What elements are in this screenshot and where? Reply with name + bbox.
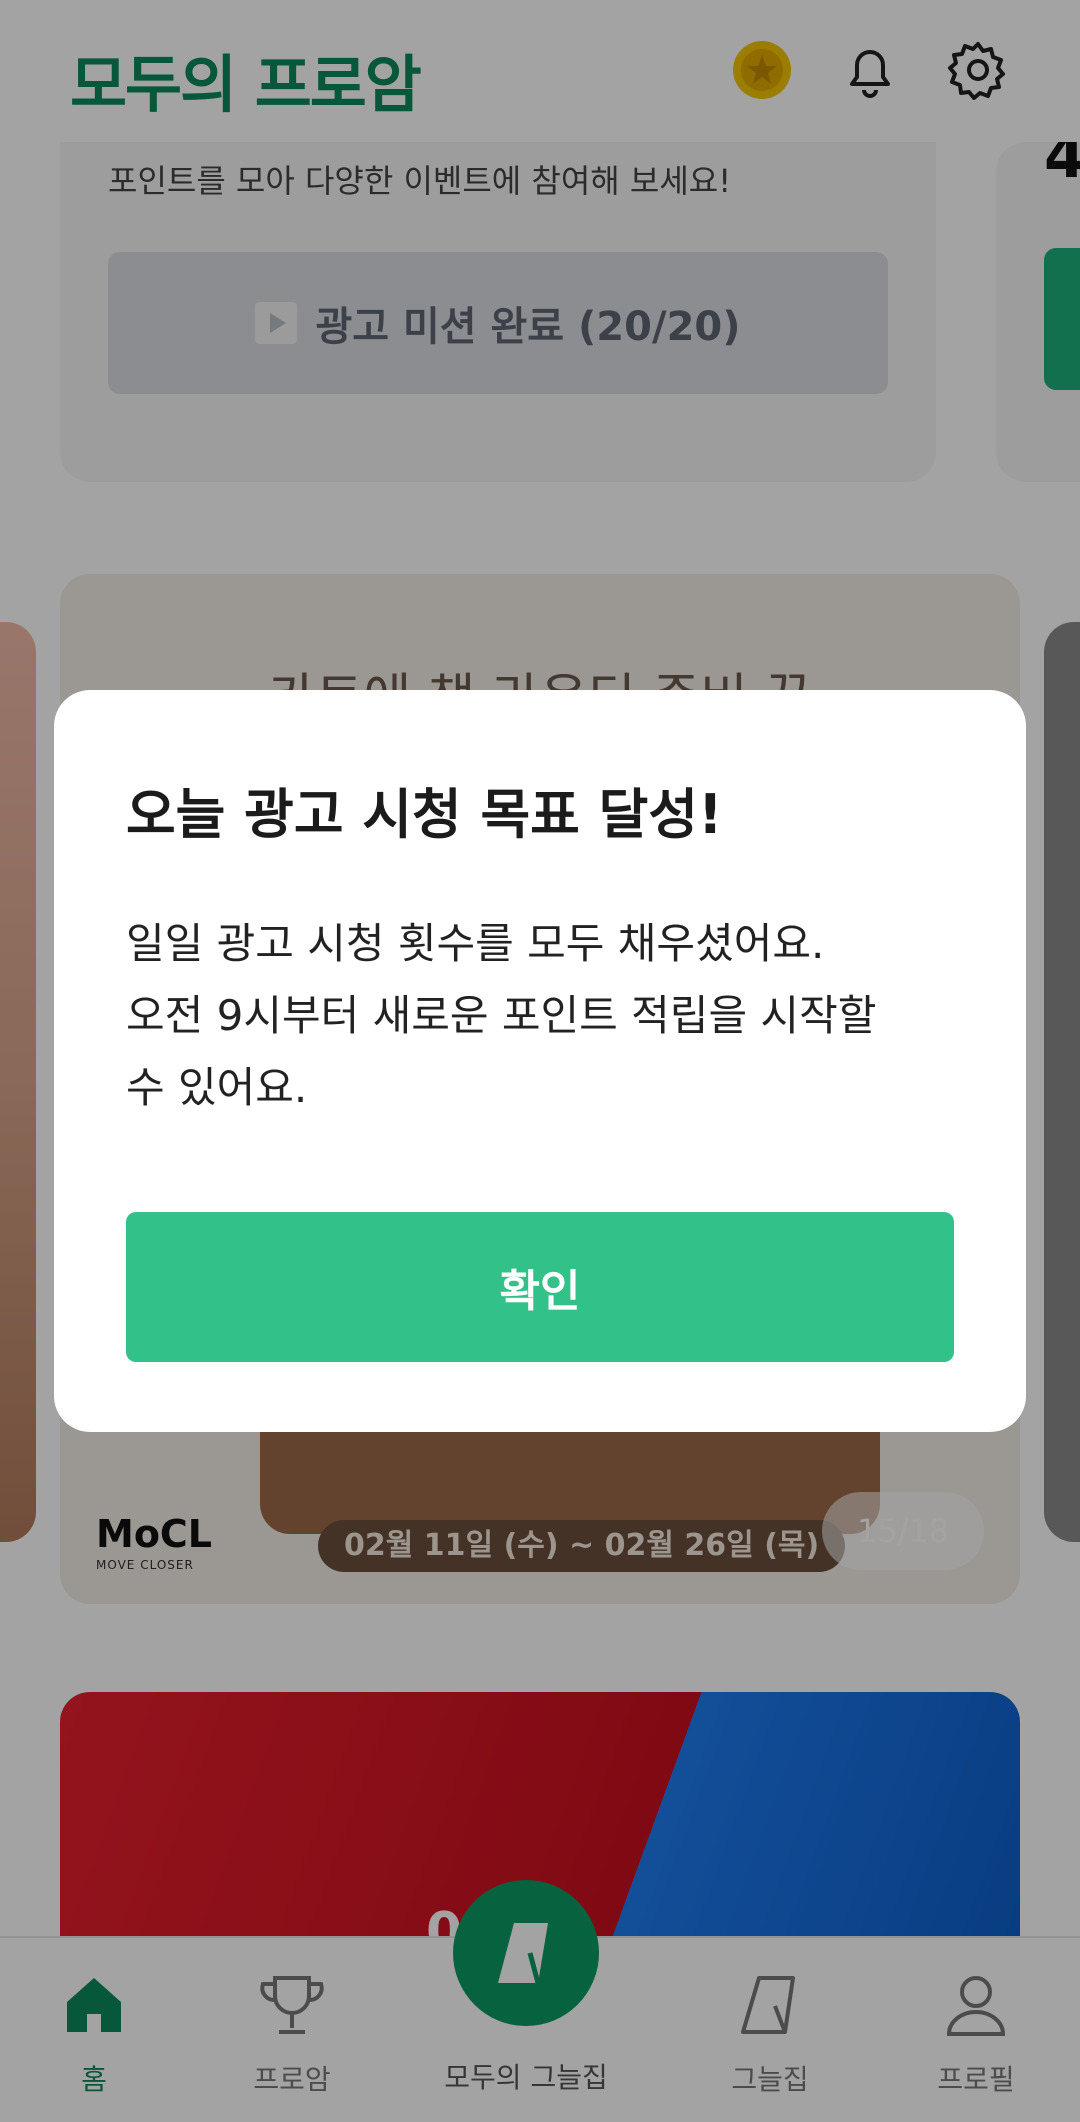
- modal-body-line: 수 있어요.: [126, 1063, 308, 1112]
- confirm-button[interactable]: 확인: [126, 1212, 954, 1362]
- ad-goal-modal: 오늘 광고 시청 목표 달성! 일일 광고 시청 횟수를 모두 채우셨어요. 오…: [54, 690, 1026, 1432]
- modal-body-line: 일일 광고 시청 횟수를 모두 채우셨어요.: [126, 919, 825, 968]
- modal-title: 오늘 광고 시청 목표 달성!: [126, 783, 723, 846]
- modal-body: 일일 광고 시청 횟수를 모두 채우셨어요. 오전 9시부터 새로운 포인트 적…: [126, 908, 976, 1124]
- modal-body-line: 오전 9시부터 새로운 포인트 적립을 시작할: [126, 991, 877, 1040]
